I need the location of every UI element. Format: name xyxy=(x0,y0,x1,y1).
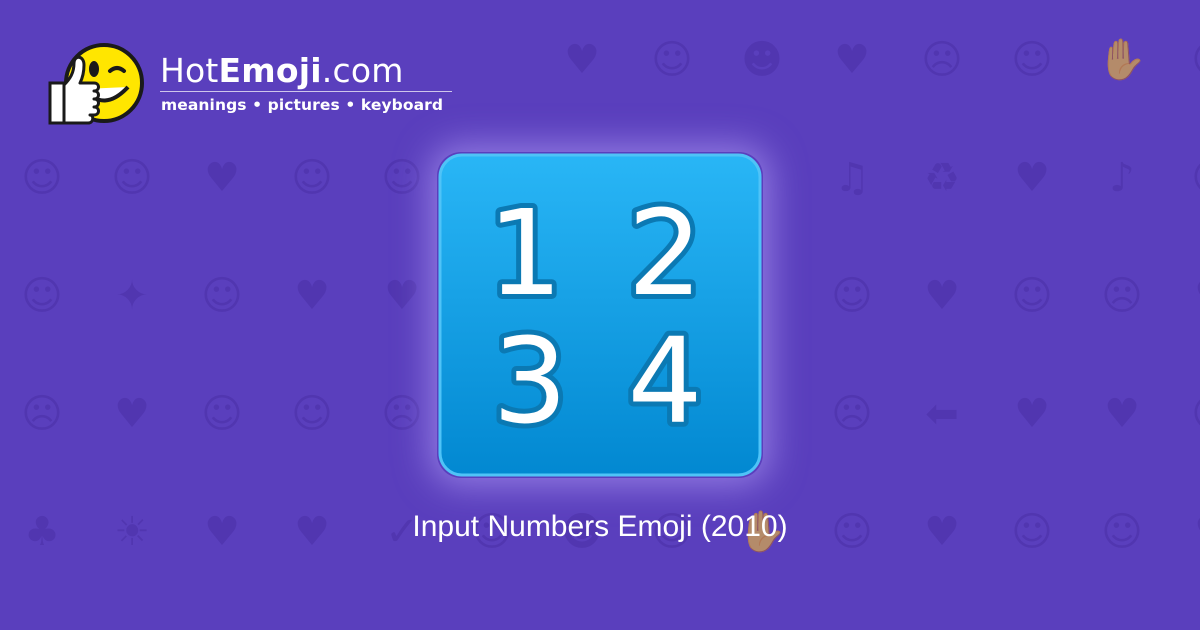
site-name-prefix: Hot xyxy=(160,51,219,90)
background-emoji-icon: ♥ xyxy=(204,155,240,201)
site-name: HotEmoji.com xyxy=(160,51,404,90)
background-emoji-icon: ☹ xyxy=(21,391,63,437)
input-numbers-icon: 1 2 3 4 xyxy=(438,153,762,477)
background-emoji-icon: ☺ xyxy=(291,155,333,201)
digit-one: 1 xyxy=(487,184,562,322)
background-emoji-icon: ♫ xyxy=(834,155,870,201)
background-emoji-icon: ☺ xyxy=(111,155,153,201)
digit-two: 2 xyxy=(627,184,702,322)
background-emoji-icon: ☺ xyxy=(1011,37,1053,83)
background-emoji-icon: ☺ xyxy=(831,273,873,319)
background-emoji-icon: ♥ xyxy=(1104,391,1140,437)
background-emoji-icon: ☺ xyxy=(201,273,243,319)
background-emoji-icon: ♪ xyxy=(1109,155,1135,201)
background-emoji-icon: ♥ xyxy=(1182,266,1200,326)
site-tagline: meanings • pictures • keyboard xyxy=(161,96,444,114)
site-name-suffix: .com xyxy=(321,51,404,90)
background-emoji-icon: ☹ xyxy=(1101,273,1143,319)
input-numbers-emoji[interactable]: 1 2 3 4 xyxy=(437,152,763,478)
background-emoji-icon: ♥ xyxy=(1014,155,1050,201)
digit-three: 3 xyxy=(492,312,567,450)
background-emoji-icon: ♻ xyxy=(924,155,960,201)
background-emoji-icon: ♥ xyxy=(924,273,960,319)
background-emoji-icon: ☺ xyxy=(1182,384,1200,444)
background-emoji-icon: ♥ xyxy=(294,273,330,319)
background-emoji-icon: ☹ xyxy=(1182,148,1200,208)
background-emoji-icon: ☺ xyxy=(201,391,243,437)
background-emoji-icon: ♥ xyxy=(384,273,420,319)
background-emoji-icon: ⬅ xyxy=(925,391,959,437)
emoji-caption: Input Numbers Emoji (2010) xyxy=(412,510,788,543)
background-emoji-icon: ☺ xyxy=(291,391,333,437)
background-emoji-icon: ♥ xyxy=(834,37,870,83)
background-emoji-icon: ☺ xyxy=(21,155,63,201)
background-emoji-icon: ♥ xyxy=(114,391,150,437)
background-emoji-icon: ☹ xyxy=(921,37,963,83)
background-emoji-icon: ✦ xyxy=(115,273,149,319)
background-emoji-icon: ☺ xyxy=(1011,273,1053,319)
background-emoji-icon: ☹ xyxy=(831,391,873,437)
thumbs-up-winking-face-icon xyxy=(48,43,144,125)
background-emoji-icon: ☹ xyxy=(381,391,423,437)
background-emoji-icon: ☺ xyxy=(381,155,423,201)
background-emoji-icon: ☺ xyxy=(1182,30,1200,90)
background-emoji-icon: ♥ xyxy=(564,37,600,83)
background-emoji-icon: ☺ xyxy=(21,273,63,319)
background-emoji-icon: ♥ xyxy=(1014,391,1050,437)
logo-divider xyxy=(160,91,452,92)
digit-four: 4 xyxy=(627,312,702,450)
background-emoji-icon: ☻ xyxy=(741,37,783,83)
background-emoji-icon: ☺ xyxy=(651,37,693,83)
site-name-strong: Emoji xyxy=(218,51,322,90)
background-emoji-icon: ✋ xyxy=(1097,37,1147,83)
site-logo[interactable]: HotEmoji.com meanings • pictures • keybo… xyxy=(40,35,470,135)
